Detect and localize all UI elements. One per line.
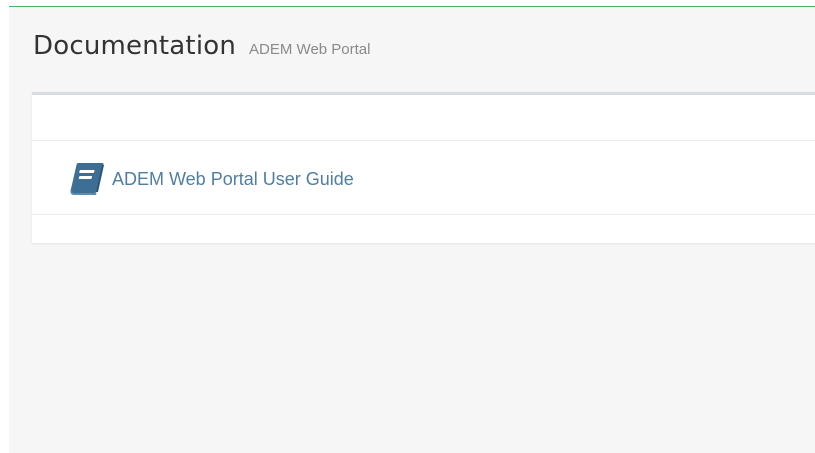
panel-divider-top <box>32 140 815 141</box>
book-icon <box>68 161 106 197</box>
page-title: Documentation <box>33 31 237 61</box>
content-area: Documentation ADEM Web Portal ADEM Web P… <box>9 6 815 453</box>
page-subtitle: ADEM Web Portal <box>249 41 371 58</box>
panel-divider-bottom <box>32 214 815 215</box>
user-guide-link-label: ADEM Web Portal User Guide <box>112 168 354 189</box>
page-header: Documentation ADEM Web Portal <box>33 31 370 61</box>
documentation-panel: ADEM Web Portal User Guide <box>32 92 815 243</box>
user-guide-link[interactable]: ADEM Web Portal User Guide <box>68 161 354 197</box>
